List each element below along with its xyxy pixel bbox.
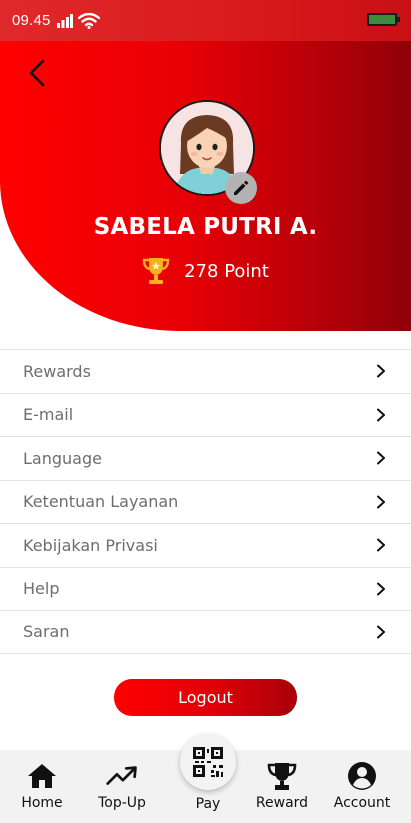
menu-item-label: Kebijakan Privasi (23, 535, 158, 555)
profile-header: SABELA PUTRI A. 278 Point (0, 41, 411, 331)
menu-item-help[interactable]: Help (0, 566, 411, 611)
menu-item-label: Language (23, 448, 102, 468)
menu-item-rewards[interactable]: Rewards (0, 349, 411, 393)
avatar-container (159, 100, 257, 204)
points-value: 278 Point (184, 260, 269, 282)
status-time: 09.45 (12, 12, 51, 29)
nav-home[interactable]: Home (18, 750, 66, 823)
nav-reward[interactable]: Reward (254, 750, 310, 823)
menu-item-email[interactable]: E-mail (0, 392, 411, 437)
pencil-icon (234, 180, 249, 195)
signal-icon (56, 13, 73, 28)
nav-topup[interactable]: Top-Up (94, 750, 150, 823)
logout-button[interactable]: Logout (114, 679, 297, 716)
menu-item-label: E-mail (23, 405, 74, 425)
nav-label: Top-Up (98, 795, 146, 811)
qr-code-icon (193, 747, 223, 777)
back-arrow-icon[interactable] (22, 57, 54, 89)
menu-item-label: Help (23, 579, 60, 599)
status-bar: 09.45 (0, 0, 411, 41)
nav-label-pay: Pay (195, 796, 221, 812)
chevron-right-icon (377, 408, 385, 422)
trending-up-icon (106, 760, 138, 792)
status-icons (56, 12, 100, 29)
trophy-icon (142, 258, 170, 284)
menu-item-privacy[interactable]: Kebijakan Privasi (0, 523, 411, 567)
chevron-right-icon (377, 364, 385, 378)
nav-label: Account (333, 795, 391, 811)
menu-item-terms[interactable]: Ketentuan Layanan (0, 479, 411, 524)
points-row: 278 Point (0, 256, 411, 286)
chevron-right-icon (377, 451, 385, 465)
chevron-right-icon (377, 625, 385, 639)
menu-item-label: Rewards (23, 361, 91, 381)
wifi-icon (77, 12, 100, 29)
chevron-right-icon (377, 582, 385, 596)
nav-label: Reward (255, 795, 309, 811)
edit-avatar-button[interactable] (225, 172, 257, 204)
home-icon (26, 760, 58, 792)
chevron-right-icon (377, 495, 385, 509)
menu-item-label: Saran (23, 622, 70, 642)
user-name: SABELA PUTRI A. (93, 214, 318, 240)
settings-menu: Rewards E-mail Language Ketentuan Layana… (0, 349, 411, 654)
account-icon (346, 760, 378, 792)
menu-item-label: Ketentuan Layanan (23, 492, 179, 512)
battery-icon (367, 13, 400, 26)
menu-item-language[interactable]: Language (0, 436, 411, 480)
trophy-nav-icon (266, 760, 298, 792)
nav-pay-button[interactable] (180, 734, 236, 790)
nav-account[interactable]: Account (333, 750, 391, 823)
menu-item-feedback[interactable]: Saran (0, 610, 411, 654)
bottom-nav: Home Top-Up Pay Reward Account (0, 734, 411, 823)
chevron-right-icon (377, 538, 385, 552)
nav-label: Home (21, 795, 63, 811)
